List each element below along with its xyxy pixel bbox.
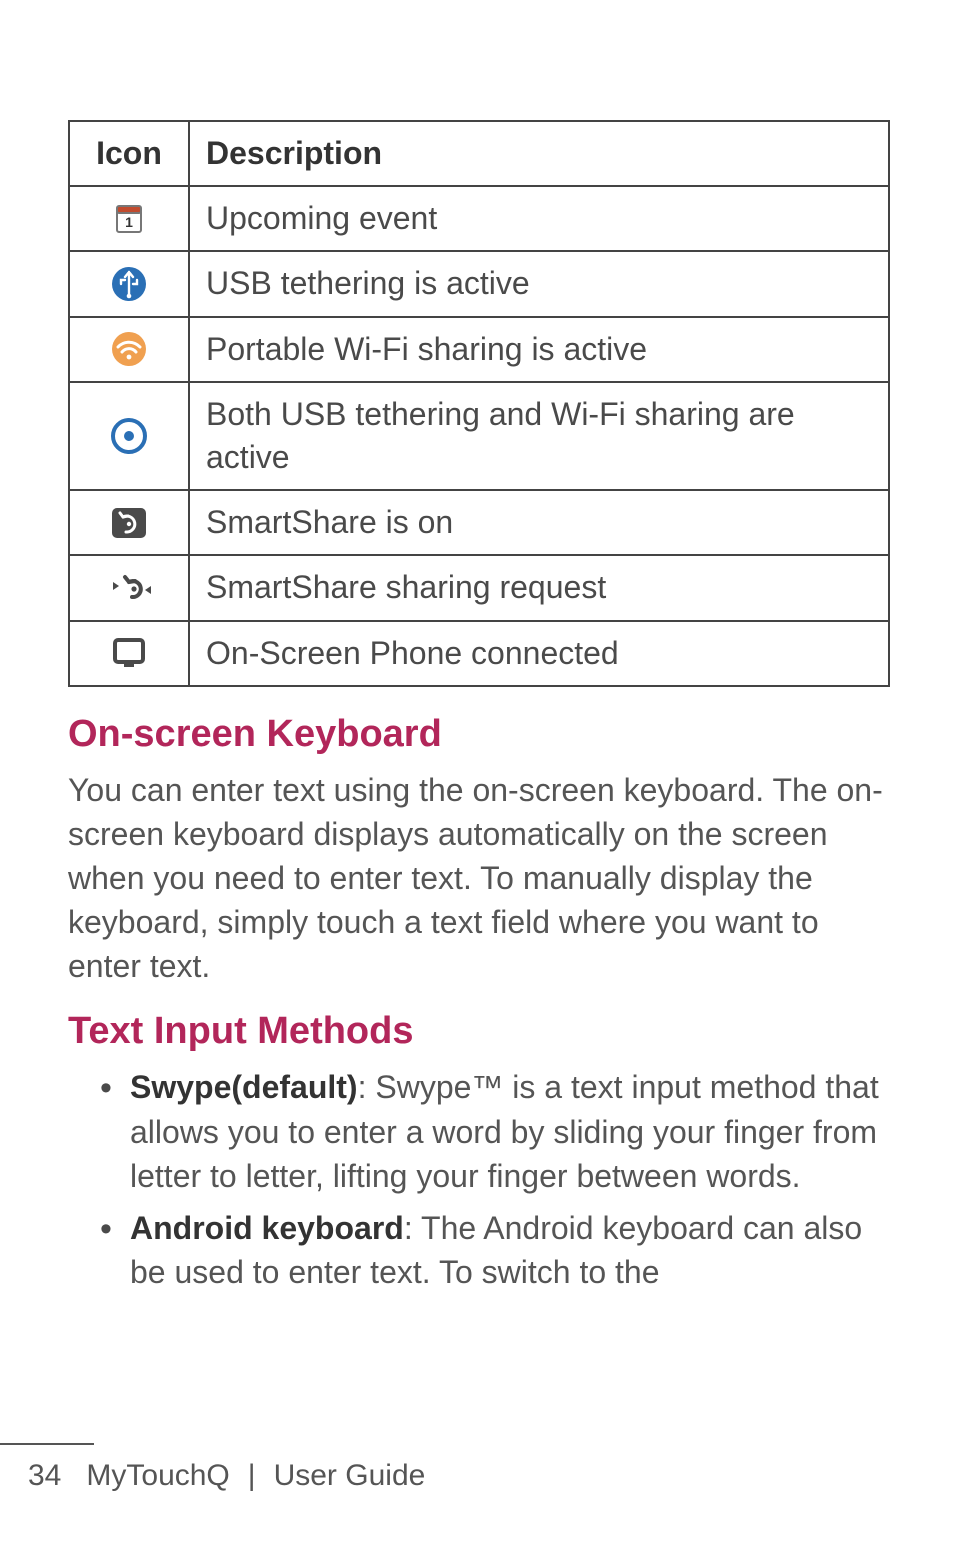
svg-text:1: 1	[125, 214, 133, 230]
header-icon: Icon	[69, 121, 189, 186]
table-row: USB tethering is active	[69, 251, 889, 316]
description-cell: SmartShare is on	[189, 490, 889, 555]
smartshare-on-icon	[69, 490, 189, 555]
footer-line: 34 MyTouchQ | User Guide	[0, 1459, 954, 1493]
input-methods-heading: Text Input Methods	[68, 1010, 890, 1053]
tether-both-icon	[69, 382, 189, 490]
table-row: On-Screen Phone connected	[69, 621, 889, 686]
list-item: Android keyboard: The Android keyboard c…	[130, 1206, 890, 1294]
table-header-row: Icon Description	[69, 121, 889, 186]
item-label-bold: Swype(default)	[130, 1069, 358, 1105]
table-row: Both USB tethering and Wi-Fi sharing are…	[69, 382, 889, 490]
smartshare-request-icon	[69, 555, 189, 620]
header-description: Description	[189, 121, 889, 186]
table-row: SmartShare sharing request	[69, 555, 889, 620]
description-cell: Portable Wi-Fi sharing is active	[189, 317, 889, 382]
description-cell: Both USB tethering and Wi-Fi sharing are…	[189, 382, 889, 490]
calendar-icon: 1	[69, 186, 189, 251]
table-row: 1 Upcoming event	[69, 186, 889, 251]
page-number: 34	[28, 1459, 61, 1492]
table-row: SmartShare is on	[69, 490, 889, 555]
page-footer: 34 MyTouchQ | User Guide	[0, 1443, 954, 1493]
description-cell: SmartShare sharing request	[189, 555, 889, 620]
keyboard-body: You can enter text using the on-screen k…	[68, 768, 890, 989]
list-item: Swype(default): Swype™ is a text input m…	[130, 1065, 890, 1197]
input-methods-list: Swype(default): Swype™ is a text input m…	[68, 1065, 890, 1294]
icon-description-table: Icon Description 1 Upcoming event USB te…	[68, 120, 890, 687]
description-cell: Upcoming event	[189, 186, 889, 251]
doc-title: User Guide	[274, 1459, 426, 1492]
footer-rule	[0, 1443, 94, 1445]
table-row: Portable Wi-Fi sharing is active	[69, 317, 889, 382]
item-label-bold: Android keyboard	[130, 1210, 404, 1246]
description-cell: USB tethering is active	[189, 251, 889, 316]
keyboard-heading: On-screen Keyboard	[68, 713, 890, 756]
usb-tether-icon	[69, 251, 189, 316]
wifi-circle-icon	[69, 317, 189, 382]
description-cell: On-Screen Phone connected	[189, 621, 889, 686]
onscreen-phone-icon	[69, 621, 189, 686]
footer-divider: |	[248, 1459, 256, 1492]
product-name: MyTouchQ	[86, 1459, 229, 1492]
